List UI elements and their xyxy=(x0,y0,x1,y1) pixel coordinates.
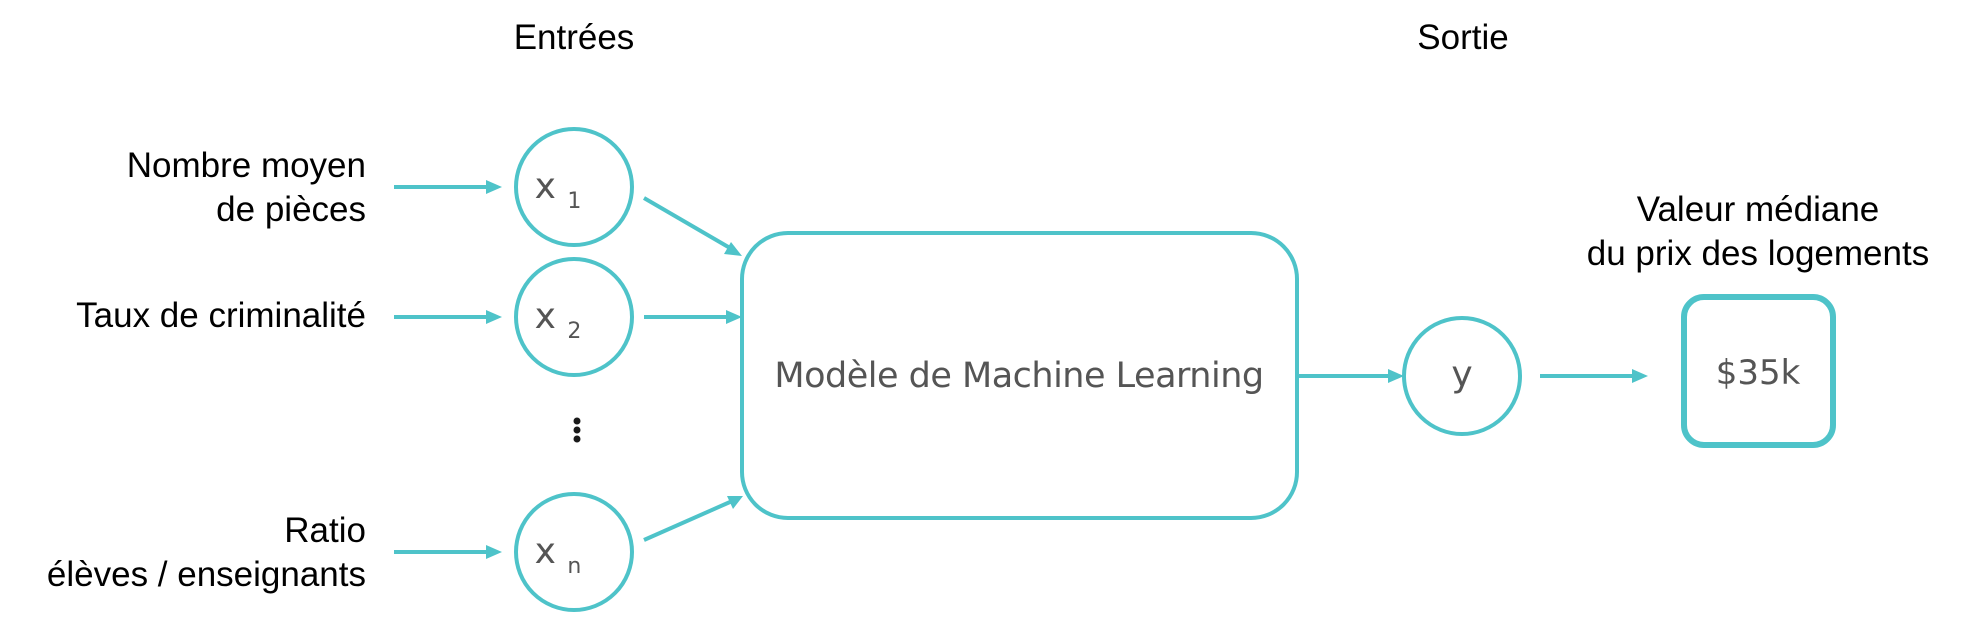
xn-subscript: n xyxy=(567,554,581,579)
output-header: Sortie xyxy=(1417,18,1508,57)
feature-label-rooms: Nombre moyen de pièces xyxy=(127,146,366,229)
inputs-header: Entrées xyxy=(514,18,635,57)
input-node-x2: x 2 xyxy=(514,257,634,377)
output-node-y: y xyxy=(1402,316,1522,436)
svg-text:x n: x n xyxy=(535,531,582,579)
feature-label-ratio-line1: Ratio xyxy=(284,511,366,550)
arrow-x1-to-model xyxy=(642,196,742,256)
output-caption: Valeur médiane du prix des logements xyxy=(1587,190,1929,273)
ellipsis-dots xyxy=(573,417,581,443)
output-caption-line1: Valeur médiane xyxy=(1637,190,1880,229)
svg-text:x 1: x 1 xyxy=(535,166,582,214)
feature-label-rooms-line2: de pièces xyxy=(216,190,366,229)
output-caption-line2: du prix des logements xyxy=(1587,234,1929,273)
arrow-crime-to-x2 xyxy=(394,310,502,324)
x1-base: x xyxy=(535,166,556,207)
feature-label-crime-line1: Taux de criminalité xyxy=(76,296,366,335)
arrow-ratio-to-xn xyxy=(394,545,502,559)
svg-text:x 2: x 2 xyxy=(535,296,582,344)
feature-label-crime: Taux de criminalité xyxy=(76,296,366,335)
arrow-model-to-y xyxy=(1297,369,1404,383)
input-node-x1: x 1 xyxy=(514,127,634,247)
feature-label-rooms-line1: Nombre moyen xyxy=(127,146,366,185)
y-label: y xyxy=(1451,354,1472,395)
arrow-rooms-to-x1 xyxy=(394,180,502,194)
x1-subscript: 1 xyxy=(567,189,581,214)
feature-label-ratio: Ratio élèves / enseignants xyxy=(47,511,366,594)
arrow-x2-to-model xyxy=(644,310,742,324)
ml-diagram: Entrées Sortie Nombre moyen de pièces Ta… xyxy=(47,18,1929,612)
x2-subscript: 2 xyxy=(567,319,581,344)
model-label: Modèle de Machine Learning xyxy=(774,356,1263,396)
output-value-box: $35k xyxy=(1681,294,1836,448)
xn-base: x xyxy=(535,531,556,572)
model-box: Modèle de Machine Learning xyxy=(740,231,1299,520)
feature-label-ratio-line2: élèves / enseignants xyxy=(47,555,366,594)
x2-base: x xyxy=(535,296,556,337)
input-node-xn: x n xyxy=(514,492,634,612)
arrow-y-to-value xyxy=(1540,369,1648,383)
output-value: $35k xyxy=(1716,353,1801,393)
arrow-xn-to-model xyxy=(643,496,743,542)
